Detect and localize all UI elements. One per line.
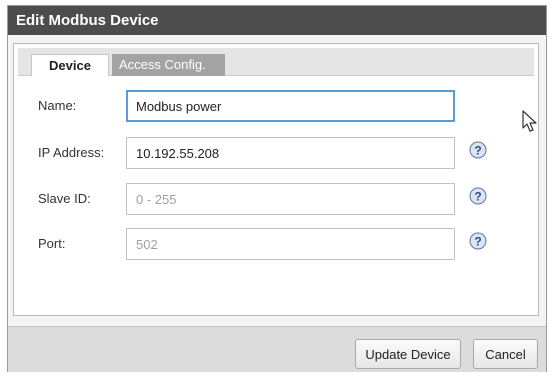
edit-modbus-device-dialog: Edit Modbus Device Device Access Config.… [7,5,547,372]
port-input[interactable] [126,228,455,260]
dialog-content: Device Access Config. Name: IP Address: … [13,43,539,316]
svg-text:?: ? [474,190,481,204]
ip-address-input[interactable] [126,137,455,169]
update-device-button[interactable]: Update Device [355,339,461,369]
slave-id-input[interactable] [126,183,455,215]
slave-id-help-icon[interactable]: ? [469,187,487,205]
ip-address-label: IP Address: [38,145,105,160]
dialog-footer: Update Device Cancel [8,326,546,372]
ip-address-help-icon[interactable]: ? [469,141,487,159]
tab-bar: Device Access Config. [18,48,534,76]
tab-access-config[interactable]: Access Config. [112,54,225,76]
dialog-title: Edit Modbus Device [8,6,546,35]
mouse-pointer-icon [522,110,537,132]
svg-text:?: ? [474,235,481,249]
port-help-icon[interactable]: ? [469,232,487,250]
name-input[interactable] [126,90,455,122]
svg-text:?: ? [474,144,481,158]
port-label: Port: [38,236,66,251]
cancel-button[interactable]: Cancel [473,339,538,369]
name-label: Name: [38,98,77,113]
tab-device[interactable]: Device [31,54,109,76]
slave-id-label: Slave ID: [38,191,91,206]
